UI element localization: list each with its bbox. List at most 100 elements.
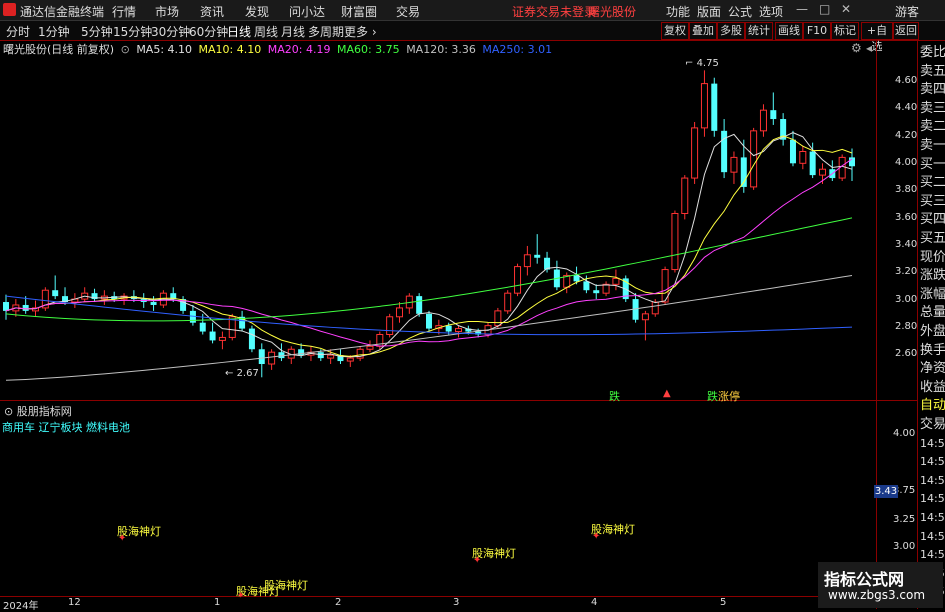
f10-button[interactable]: F10 [803, 22, 831, 40]
period-weekly[interactable]: 周线 [254, 23, 278, 40]
menu-options[interactable]: 选项 [759, 3, 783, 20]
ma250-value: MA250: 3.01 [482, 43, 553, 56]
mark-button[interactable]: 标记 [831, 22, 859, 40]
ma20-value: MA20: 4.19 [267, 43, 331, 56]
overlay-button[interactable]: 叠加 [689, 22, 717, 40]
guest-label[interactable]: 游客 [895, 3, 919, 20]
x-axis-label: 3 [453, 597, 460, 608]
candle-body [602, 283, 610, 294]
x-axis-label: 12 [68, 597, 81, 608]
indicator-tick: 4.00 [893, 428, 916, 439]
candle-body [3, 302, 9, 311]
quote-field-label: 收益 [920, 379, 945, 395]
price-tick: 3.40 [895, 239, 918, 250]
menu-ask[interactable]: 问小达 [289, 3, 325, 20]
ma60-value: MA60: 3.75 [336, 43, 400, 56]
period-1min[interactable]: 1分钟 [38, 23, 70, 40]
period-monthly[interactable]: 月线 [281, 23, 305, 40]
menu-layout[interactable]: 版面 [697, 3, 721, 20]
period-5min[interactable]: 5分钟 [81, 23, 113, 40]
price-tick: 4.60 [895, 75, 918, 86]
quote-field-label: 涨幅 [920, 286, 945, 302]
menu-function[interactable]: 功能 [666, 3, 690, 20]
x-axis-label: 5 [720, 597, 727, 608]
candle-body [22, 304, 29, 311]
candle-body [770, 110, 777, 120]
candle-body [346, 357, 354, 362]
candle-body [730, 156, 738, 173]
candle-body [818, 168, 826, 176]
quote-field-label: 外盘 [920, 324, 945, 339]
signal-up-prefix: 跌 [707, 390, 718, 403]
menu-market[interactable]: 市场 [155, 3, 179, 20]
period-30min[interactable]: 30分钟 [151, 23, 190, 40]
add-favorite-button[interactable]: +自选 [861, 22, 893, 53]
restore-right-button[interactable]: 复权 [661, 22, 689, 40]
price-tick: 4.00 [895, 157, 918, 168]
x-axis-label: 1 [214, 597, 221, 608]
candlestick-chart[interactable] [0, 56, 876, 400]
candle-body [504, 292, 512, 312]
statistics-button[interactable]: 统计 [745, 22, 773, 40]
tick-time: 14:56 [920, 436, 945, 450]
quote-field-label: 委比 [920, 45, 945, 60]
settings-gear-icon[interactable]: ⚙ [851, 41, 862, 55]
price-tick: 2.60 [895, 348, 918, 359]
candle-body [248, 328, 255, 350]
candle-body [52, 290, 59, 297]
candle-body [759, 109, 767, 132]
candle-body [416, 296, 423, 314]
back-button[interactable]: 返回 [893, 22, 919, 40]
candle-body [327, 354, 335, 359]
quote-field-label: 买一 [920, 156, 945, 172]
panel-divider [0, 400, 917, 401]
menu-quotes[interactable]: 行情 [112, 3, 136, 20]
period-multi[interactable]: 多周期 [308, 23, 344, 40]
candle-body [317, 352, 324, 359]
quote-field-label: 买二 [920, 175, 945, 191]
quote-field-label: 净资 [920, 361, 945, 377]
maximize-icon[interactable]: □ [819, 2, 830, 16]
x-axis-label: 2024年 [3, 601, 39, 612]
period-15min[interactable]: 15分钟 [113, 23, 152, 40]
trade-login-warning[interactable]: 证券交易未登录 [512, 3, 596, 20]
quote-field-label: 总量 [920, 305, 945, 321]
signal-arrow-icon: ✦ [118, 533, 127, 544]
tick-time: 14:56 [920, 511, 945, 524]
x-axis-label: 4 [591, 597, 598, 608]
period-daily[interactable]: 日线 [227, 23, 251, 40]
menu-news[interactable]: 资讯 [200, 3, 224, 20]
collapse-icon[interactable]: ◂ [866, 41, 872, 55]
signal-arrow-icon: ✦ [473, 555, 482, 566]
menu-bar: 通达信金融终端 行情 市场 资讯 发现 问小达 财富圈 交易 证券交易未登录 曙… [0, 0, 945, 21]
price-tick: 3.00 [895, 294, 918, 305]
app-title: 通达信金融终端 [20, 5, 105, 19]
multi-stock-button[interactable]: 多股 [717, 22, 745, 40]
period-more[interactable]: 更多 › [344, 23, 377, 40]
menu-formula[interactable]: 公式 [728, 3, 752, 20]
low-price-value: 2.67 [236, 368, 259, 379]
quote-field-label[interactable]: 自动 [920, 398, 945, 413]
candle-body [721, 130, 728, 173]
minimize-icon[interactable]: — [796, 2, 808, 16]
quote-field-label: 现价 [920, 249, 945, 265]
candle-body [711, 83, 718, 131]
chevron-down-icon[interactable]: ⊙ [121, 43, 130, 56]
candle-body [150, 302, 157, 305]
menu-wealth[interactable]: 财富圈 [341, 3, 377, 20]
indicator-title-text: 股朋指标网 [16, 405, 72, 418]
candle-body [258, 349, 265, 365]
menu-discover[interactable]: 发现 [245, 3, 269, 20]
period-timeshare[interactable]: 分时 [6, 23, 30, 40]
x-axis-label: 2 [335, 597, 342, 608]
quote-field-label: 买四 [920, 212, 945, 228]
candle-body [534, 254, 541, 258]
signal-arrow-icon: ✦ [237, 591, 245, 601]
indicator-title[interactable]: ⊙ 股朋指标网 [4, 403, 72, 419]
close-icon[interactable]: ✕ [841, 2, 851, 16]
menu-trade[interactable]: 交易 [396, 3, 420, 20]
candle-body [386, 316, 394, 335]
draw-line-button[interactable]: 画线 [775, 22, 803, 40]
period-60min[interactable]: 60分钟 [189, 23, 228, 40]
stock-name-link[interactable]: 曙光股份 [588, 3, 636, 20]
